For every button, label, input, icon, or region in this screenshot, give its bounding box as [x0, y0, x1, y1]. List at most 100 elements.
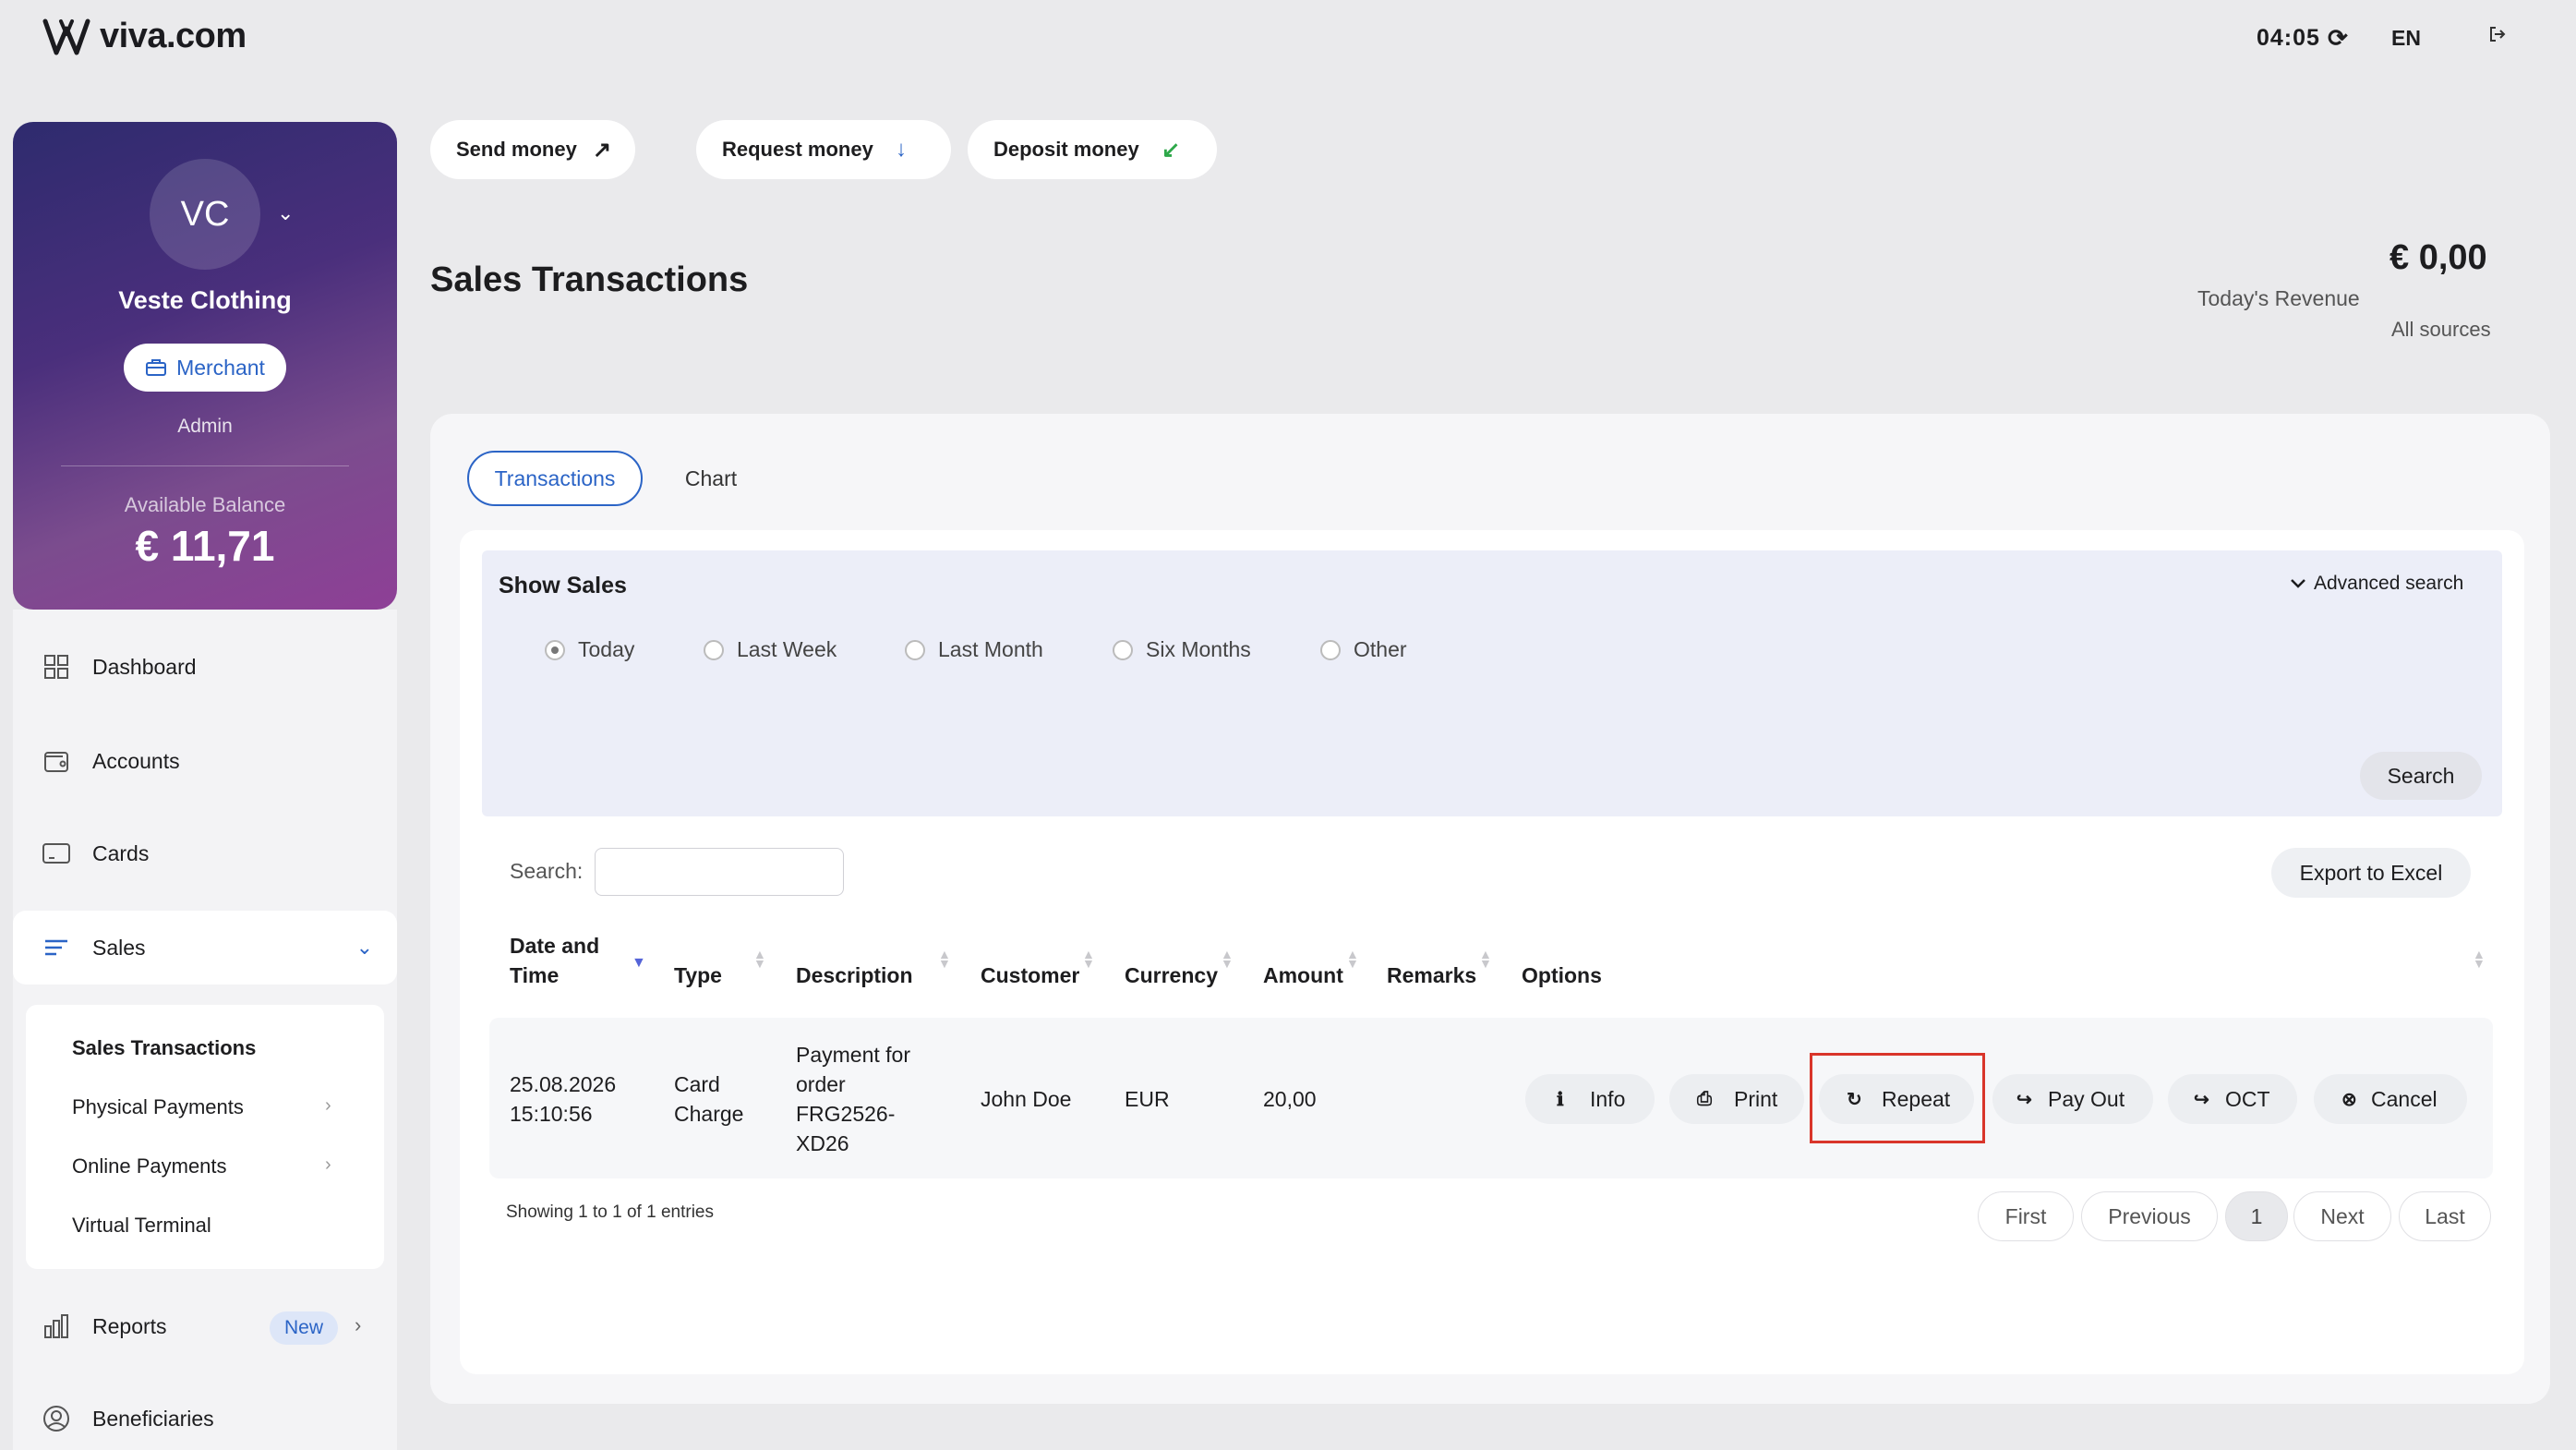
radio-button[interactable]	[1113, 639, 1133, 660]
radio-button[interactable]	[905, 639, 925, 660]
column-header-customer[interactable]: Customer	[981, 961, 1079, 990]
forward-icon: ↪	[2194, 1089, 2209, 1110]
radio-label: Other	[1354, 637, 1407, 661]
brand-logo[interactable]: viva.com	[42, 17, 247, 56]
refresh-icon[interactable]: ⟳	[2328, 24, 2349, 53]
sidebar-item-sales[interactable]: Sales ⌄	[13, 911, 397, 985]
button-label: Cancel	[2371, 1086, 2438, 1111]
pagination-first[interactable]: First	[1978, 1191, 2074, 1241]
logout-icon[interactable]	[2487, 24, 2508, 51]
date-value: 25.08.2026	[510, 1072, 617, 1096]
radio-label: Last Month	[938, 637, 1043, 661]
submenu-item-physical-payments[interactable]: Physical Payments	[72, 1095, 244, 1119]
printer-icon: ⎙	[1697, 1088, 1712, 1109]
radio-button[interactable]	[545, 639, 565, 660]
send-money-button[interactable]: Send money ↗	[430, 120, 635, 179]
tab-chart[interactable]: Chart	[667, 451, 755, 506]
advanced-search-toggle[interactable]: Advanced search	[2290, 573, 2463, 595]
bar-chart-icon	[41, 1311, 72, 1342]
avatar[interactable]: VC	[150, 159, 260, 270]
button-label: Pay Out	[2048, 1086, 2125, 1111]
header-label: Time	[510, 963, 560, 987]
radio-button[interactable]	[1320, 639, 1341, 660]
radio-other[interactable]: Other	[1320, 637, 1407, 662]
sort-icon[interactable]: ▲ ▼	[753, 948, 766, 970]
submenu-item-online-payments[interactable]: Online Payments	[72, 1154, 227, 1178]
user-circle-icon	[41, 1403, 72, 1434]
sort-icon[interactable]: ▲ ▼	[2473, 948, 2486, 970]
page-title: Sales Transactions	[430, 260, 749, 299]
radio-last-month[interactable]: Last Month	[905, 637, 1043, 662]
divider	[61, 465, 349, 466]
type-value: Card	[674, 1072, 720, 1096]
language-selector[interactable]: EN	[2391, 26, 2421, 51]
button-label: Send money	[456, 138, 577, 161]
request-money-button[interactable]: Request money ↓	[696, 120, 951, 179]
table-search-label: Search:	[510, 859, 584, 883]
table-search-input[interactable]	[595, 848, 844, 896]
chevron-down-icon[interactable]: ⌄	[277, 201, 294, 225]
sidebar-item-label: Dashboard	[92, 654, 197, 679]
role-badge[interactable]: Merchant	[124, 344, 286, 392]
radio-today[interactable]: Today	[545, 637, 634, 662]
tab-transactions[interactable]: Transactions	[467, 451, 643, 506]
cell-currency: EUR	[1125, 1087, 1170, 1111]
radio-last-week[interactable]: Last Week	[704, 637, 837, 662]
sort-icon[interactable]: ▲ ▼	[1479, 948, 1492, 970]
pagination-previous[interactable]: Previous	[2081, 1191, 2218, 1241]
radio-six-months[interactable]: Six Months	[1113, 637, 1251, 662]
print-button[interactable]: ⎙ Print	[1669, 1074, 1804, 1124]
sort-desc-icon[interactable]: ▼	[632, 956, 646, 971]
profile-card: VC ⌄ Veste Clothing Merchant Admin Avail…	[13, 122, 397, 610]
sidebar-item-cards[interactable]: Cards	[13, 816, 397, 890]
column-header-type[interactable]: Type	[674, 961, 722, 990]
deposit-money-button[interactable]: Deposit money ↙	[968, 120, 1217, 179]
column-header-amount[interactable]: Amount	[1263, 961, 1343, 990]
sort-icon[interactable]: ▲ ▼	[938, 948, 951, 970]
sidebar-item-reports[interactable]: Reports	[13, 1289, 397, 1363]
button-label: Request money	[722, 138, 873, 161]
balance-value: € 11,71	[135, 522, 275, 570]
column-header-description[interactable]: Description	[796, 961, 913, 990]
sidebar-item-dashboard[interactable]: Dashboard	[13, 630, 397, 704]
chevron-right-icon: ›	[325, 1095, 331, 1116]
header-label: Date and	[510, 934, 600, 958]
payout-button[interactable]: ↪ Pay Out	[1992, 1074, 2153, 1124]
radio-label: Last Week	[737, 637, 837, 661]
cell-type: Card Charge	[674, 1069, 743, 1129]
time-value: 15:10:56	[510, 1102, 593, 1126]
session-timer[interactable]: 04:05 ⟳	[2257, 24, 2349, 53]
column-header-remarks[interactable]: Remarks	[1387, 961, 1476, 990]
sidebar-item-accounts[interactable]: Accounts	[13, 724, 397, 798]
sort-icon[interactable]: ▲ ▼	[1221, 948, 1234, 970]
sidebar-item-beneficiaries[interactable]: Beneficiaries	[13, 1382, 397, 1450]
description-line: FRG2526-	[796, 1102, 896, 1126]
pagination-last[interactable]: Last	[2399, 1191, 2491, 1241]
oct-button[interactable]: ↪ OCT	[2168, 1074, 2297, 1124]
pagination-next[interactable]: Next	[2293, 1191, 2391, 1241]
export-excel-button[interactable]: Export to Excel	[2271, 848, 2471, 898]
sidebar-item-label: Sales	[92, 935, 146, 960]
submenu-item-sales-transactions[interactable]: Sales Transactions	[72, 1036, 256, 1060]
card-icon	[41, 838, 72, 869]
cancel-button[interactable]: ⊗ Cancel	[2314, 1074, 2467, 1124]
table-info: Showing 1 to 1 of 1 entries	[506, 1202, 714, 1222]
pagination-page[interactable]: 1	[2225, 1191, 2288, 1241]
info-button[interactable]: ℹ Info	[1525, 1074, 1655, 1124]
forward-icon: ↪	[2016, 1089, 2032, 1110]
column-header-currency[interactable]: Currency	[1125, 961, 1218, 990]
column-header-date[interactable]: Date and Time	[510, 931, 599, 990]
radio-label: Today	[578, 637, 635, 661]
column-header-options: Options	[1522, 963, 1602, 987]
sort-icon[interactable]: ▲ ▼	[1082, 948, 1095, 970]
cancel-icon: ⊗	[2341, 1089, 2357, 1110]
arrow-up-right-icon: ↗	[593, 137, 612, 163]
sort-icon[interactable]: ▲ ▼	[1346, 948, 1359, 970]
balance-label: Available Balance	[124, 493, 286, 516]
briefcase-icon	[146, 359, 167, 376]
submenu-item-virtual-terminal[interactable]: Virtual Terminal	[72, 1214, 211, 1238]
radio-button[interactable]	[704, 639, 724, 660]
cell-description: Payment for order FRG2526- XD26	[796, 1040, 910, 1158]
search-button[interactable]: Search	[2360, 752, 2482, 800]
revenue-source[interactable]: All sources	[2391, 318, 2491, 342]
